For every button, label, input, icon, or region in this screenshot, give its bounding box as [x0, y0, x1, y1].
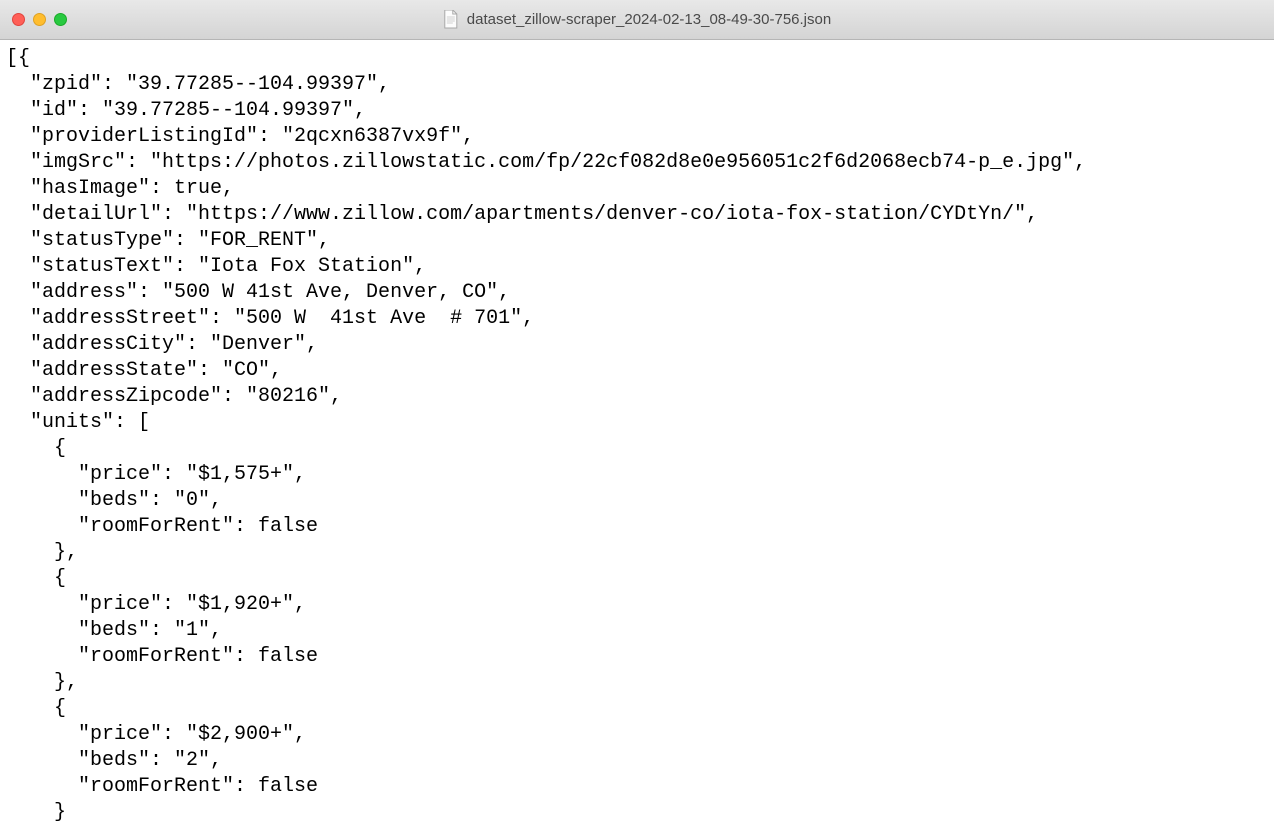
- code-line: "beds": "1",: [6, 619, 222, 642]
- window-title-wrap: dataset_zillow-scraper_2024-02-13_08-49-…: [443, 10, 831, 30]
- code-line: "roomForRent": false: [6, 775, 318, 798]
- code-line: "addressZipcode": "80216",: [6, 385, 342, 408]
- code-line: "address": "500 W 41st Ave, Denver, CO",: [6, 281, 510, 304]
- code-line: "id": "39.77285--104.99397",: [6, 99, 366, 122]
- code-line: "price": "$1,920+",: [6, 593, 306, 616]
- minimize-button[interactable]: [33, 13, 46, 26]
- code-line: {: [6, 437, 66, 460]
- code-line: "addressState": "CO",: [6, 359, 282, 382]
- code-line: "addressStreet": "500 W 41st Ave # 701",: [6, 307, 534, 330]
- code-line: "roomForRent": false: [6, 645, 318, 668]
- code-line: "zpid": "39.77285--104.99397",: [6, 73, 390, 96]
- code-line: "price": "$1,575+",: [6, 463, 306, 486]
- traffic-lights: [12, 13, 67, 26]
- code-line: "detailUrl": "https://www.zillow.com/apa…: [6, 203, 1038, 226]
- close-button[interactable]: [12, 13, 25, 26]
- code-line: "units": [: [6, 411, 150, 434]
- file-content[interactable]: [{ "zpid": "39.77285--104.99397", "id": …: [0, 40, 1274, 832]
- code-line: "providerListingId": "2qcxn6387vx9f",: [6, 125, 474, 148]
- code-line: "price": "$2,900+",: [6, 723, 306, 746]
- code-line: "beds": "2",: [6, 749, 222, 772]
- code-line: "addressCity": "Denver",: [6, 333, 318, 356]
- code-line: "roomForRent": false: [6, 515, 318, 538]
- code-line: {: [6, 567, 66, 590]
- code-line: },: [6, 671, 78, 694]
- code-line: },: [6, 541, 78, 564]
- window-titlebar: dataset_zillow-scraper_2024-02-13_08-49-…: [0, 0, 1274, 40]
- maximize-button[interactable]: [54, 13, 67, 26]
- file-icon: [443, 10, 459, 30]
- code-line: }: [6, 801, 66, 824]
- code-line: "imgSrc": "https://photos.zillowstatic.c…: [6, 151, 1086, 174]
- code-line: {: [6, 697, 66, 720]
- code-line: "statusType": "FOR_RENT",: [6, 229, 330, 252]
- code-line: [{: [6, 47, 30, 70]
- code-line: "beds": "0",: [6, 489, 222, 512]
- window-title: dataset_zillow-scraper_2024-02-13_08-49-…: [467, 11, 831, 28]
- code-line: "hasImage": true,: [6, 177, 234, 200]
- code-line: "statusText": "Iota Fox Station",: [6, 255, 426, 278]
